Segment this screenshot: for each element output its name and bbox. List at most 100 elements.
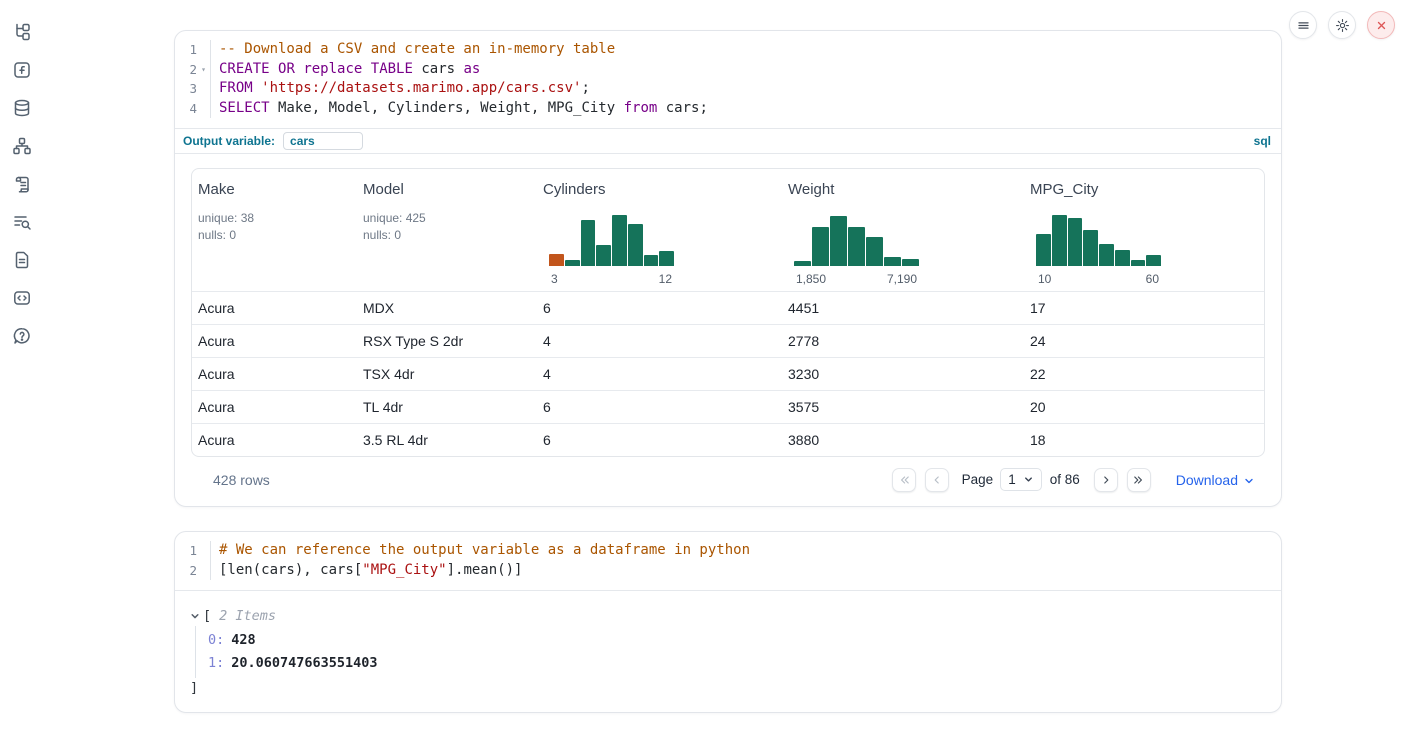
table-cell: 6: [537, 432, 782, 448]
histogram-bar: [1068, 218, 1083, 266]
table-cell: Acura: [192, 333, 357, 349]
chevron-down-icon: [1023, 474, 1034, 485]
tree-entry: 0: 428: [208, 629, 1281, 652]
collapse-chevron-icon[interactable]: [190, 611, 203, 621]
left-sidebar: [10, 20, 34, 348]
last-page-button[interactable]: [1127, 468, 1151, 492]
chevrons-left-icon: [898, 474, 910, 486]
next-page-button[interactable]: [1094, 468, 1118, 492]
column-stats: unique: 38nulls: 0: [198, 210, 345, 243]
table-row[interactable]: AcuraTSX 4dr4323022: [192, 357, 1264, 390]
table-row[interactable]: Acura3.5 RL 4dr6388018: [192, 423, 1264, 456]
open-bracket: [: [203, 606, 211, 626]
table-cell: 3.5 RL 4dr: [357, 432, 537, 448]
histogram-bar: [659, 251, 674, 266]
file-tree-icon[interactable]: [10, 20, 34, 44]
chevron-down-icon: [1243, 475, 1255, 487]
histogram-bar: [565, 260, 580, 266]
menu-button[interactable]: [1289, 11, 1317, 39]
code-line: 1-- Download a CSV and create an in-memo…: [175, 40, 1281, 60]
prev-page-button[interactable]: [925, 468, 949, 492]
histogram-bar: [1099, 244, 1114, 266]
column-name: MPG_City: [1030, 181, 1252, 198]
column-header-weight[interactable]: Weight1,8507,190: [782, 169, 1024, 291]
line-number-gutter: 4: [175, 99, 211, 119]
histogram-bar: [866, 237, 883, 266]
table-cell: RSX Type S 2dr: [357, 333, 537, 349]
snippets-icon[interactable]: [10, 286, 34, 310]
scratchpad-icon[interactable]: [10, 210, 34, 234]
table-cell: Acura: [192, 432, 357, 448]
table-cell: 6: [537, 399, 782, 415]
python-output-tree: [ 2 Items 0:4281:20.060747663551403 ]: [175, 591, 1281, 712]
table-row[interactable]: AcuraTL 4dr6357520: [192, 390, 1264, 423]
datasources-icon[interactable]: [10, 96, 34, 120]
settings-button[interactable]: [1328, 11, 1356, 39]
code-line: 2[len(cars), cars["MPG_City"].mean()]: [175, 561, 1281, 581]
histogram-bar: [628, 224, 643, 266]
sql-code-editor[interactable]: 1-- Download a CSV and create an in-memo…: [175, 31, 1281, 128]
table-cell: 4: [537, 366, 782, 382]
line-number: 2: [189, 561, 197, 581]
table-cell: 4: [537, 333, 782, 349]
histogram-bar: [1115, 250, 1130, 266]
download-button[interactable]: Download: [1176, 472, 1255, 488]
dependency-graph-icon[interactable]: [10, 134, 34, 158]
top-toolbar: [1289, 11, 1395, 39]
page-select-value: 1: [1008, 472, 1016, 487]
line-number: 4: [189, 99, 197, 119]
histogram-bar: [812, 227, 829, 266]
close-bracket: ]: [190, 678, 1281, 698]
sql-output-area: Make unique: 38nulls: 0 Model unique: 425nu…: [175, 154, 1281, 506]
tree-entry-value: 428: [231, 632, 255, 648]
histogram-bar: [1131, 260, 1146, 266]
table-footer: 428 rows Page 1 of 86: [191, 463, 1265, 496]
table-cell: 22: [1024, 366, 1264, 382]
histogram-bar: [596, 245, 611, 266]
histogram-range-labels: 1060: [1036, 272, 1161, 286]
histogram-bar: [1083, 230, 1098, 266]
help-icon[interactable]: [10, 324, 34, 348]
table-cell: 4451: [782, 300, 1024, 316]
histogram-bar: [1036, 234, 1051, 266]
python-cell: 1# We can reference the output variable …: [174, 531, 1282, 713]
tree-entry-value: 20.060747663551403: [231, 655, 377, 671]
column-header-mpg_city[interactable]: MPG_City 1060: [1024, 169, 1264, 291]
histogram-bar: [884, 257, 901, 266]
fold-chevron-icon[interactable]: ▾: [197, 60, 210, 80]
logs-icon[interactable]: [10, 172, 34, 196]
table-row[interactable]: AcuraMDX6445117: [192, 291, 1264, 324]
code-line: 3FROM 'https://datasets.marimo.app/cars.…: [175, 79, 1281, 99]
table-cell: Acura: [192, 300, 357, 316]
shutdown-button[interactable]: [1367, 11, 1395, 39]
table-cell: TL 4dr: [357, 399, 537, 415]
first-page-button[interactable]: [892, 468, 916, 492]
column-header-model[interactable]: Model unique: 425nulls: 0: [357, 169, 537, 291]
python-code-editor[interactable]: 1# We can reference the output variable …: [175, 532, 1281, 590]
column-name: Make: [198, 181, 345, 198]
output-variable-input[interactable]: [283, 132, 363, 150]
column-name: Weight: [788, 181, 1012, 198]
notebook: 1-- Download a CSV and create an in-memo…: [174, 30, 1282, 713]
table-row[interactable]: AcuraRSX Type S 2dr4277824: [192, 324, 1264, 357]
line-number-gutter: 1: [175, 40, 211, 60]
column-histogram: [1036, 212, 1161, 266]
table-cell: 17: [1024, 300, 1264, 316]
histogram-bar: [1052, 215, 1067, 266]
page-total-label: of 86: [1050, 472, 1080, 487]
tree-entry-key: 0:: [208, 632, 224, 648]
row-count: 428 rows: [213, 472, 270, 488]
code-line: 2▾CREATE OR replace TABLE cars as: [175, 60, 1281, 80]
code-line: 4SELECT Make, Model, Cylinders, Weight, …: [175, 99, 1281, 119]
column-header-make[interactable]: Make unique: 38nulls: 0: [192, 169, 357, 291]
column-stats: unique: 425nulls: 0: [363, 210, 525, 243]
code-line: 1# We can reference the output variable …: [175, 541, 1281, 561]
column-header-cylinders[interactable]: Cylinders312: [537, 169, 782, 291]
sql-cell: 1-- Download a CSV and create an in-memo…: [174, 30, 1282, 507]
histogram-bar: [902, 259, 919, 266]
documentation-icon[interactable]: [10, 248, 34, 272]
column-name: Model: [363, 181, 525, 198]
functions-icon[interactable]: [10, 58, 34, 82]
line-number-gutter: 2▾: [175, 60, 211, 80]
page-select[interactable]: 1: [1000, 468, 1042, 491]
